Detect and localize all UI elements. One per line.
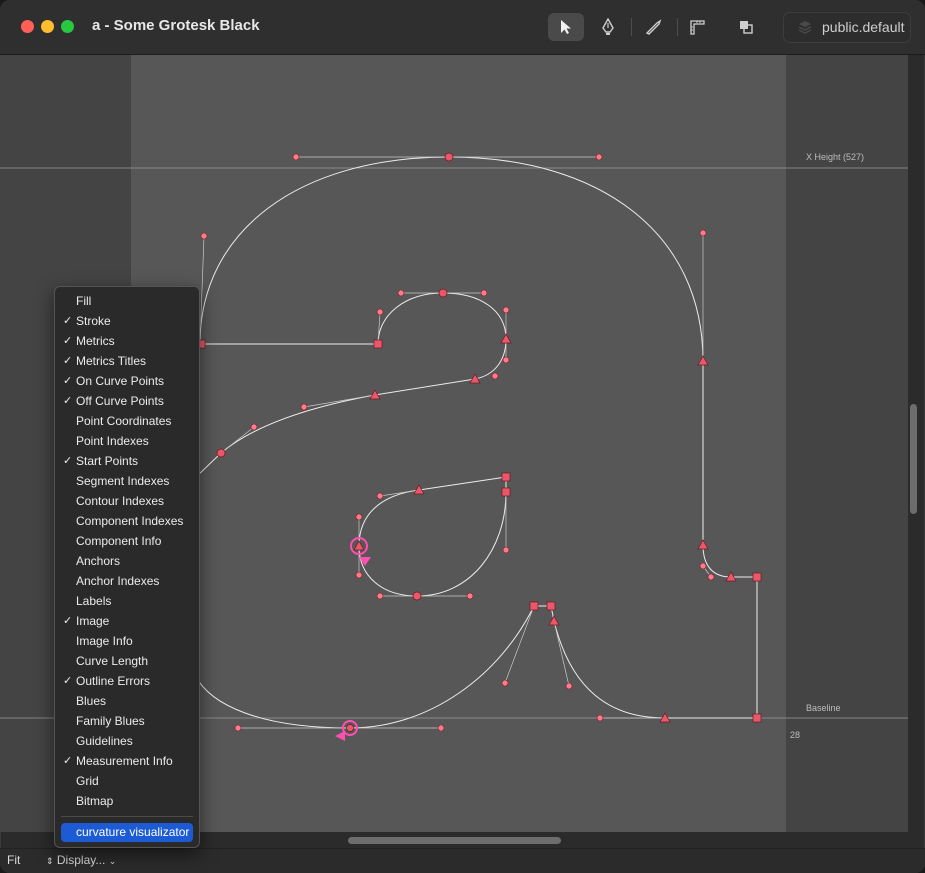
glyph-image-background [131,55,786,832]
check-icon: ✓ [63,395,73,407]
menu-item-off-curve-points[interactable]: ✓ Off Curve Points [61,392,193,411]
menu-item-image-info[interactable]: Image Info [61,632,193,651]
measurement-value: 28 [790,730,800,740]
menu-item-contour-indexes[interactable]: Contour Indexes [61,492,193,511]
check-icon: ✓ [63,455,73,467]
check-icon: ✓ [63,615,73,627]
title-bar: a - Some Grotesk Black public.default [0,0,925,55]
menu-item-curve-length[interactable]: Curve Length [61,652,193,671]
check-icon: ✓ [63,315,73,327]
menu-item-guidelines[interactable]: Guidelines [61,732,193,751]
shapes-tool-button[interactable] [728,13,764,41]
check-icon: ✓ [63,755,73,767]
chevron-down-icon: ⌄ [108,856,117,866]
baseline-label: Baseline [806,703,841,713]
menu-item-measurement-info[interactable]: ✓ Measurement Info [61,752,193,771]
layer-name: public.default [822,19,905,35]
close-window-button[interactable] [21,20,34,33]
menu-item-component-info[interactable]: Component Info [61,532,193,551]
layer-selector[interactable]: public.default [783,12,911,43]
horizontal-scrollbar[interactable] [348,837,561,844]
pen-nib-icon [602,18,614,35]
menu-item-labels[interactable]: Labels [61,592,193,611]
window-title: a - Some Grotesk Black [92,17,260,34]
toolbar-divider [677,18,678,36]
pen-tool-button[interactable] [590,13,626,41]
arrow-pointer-icon [561,20,571,34]
menu-item-fill[interactable]: Fill [61,292,193,311]
vertical-scrollbar[interactable] [910,404,917,514]
menu-item-point-indexes[interactable]: Point Indexes [61,432,193,451]
updown-chevron-icon: ⇕ [46,856,54,866]
menu-divider [61,816,193,817]
menu-item-stroke[interactable]: ✓ Stroke [61,312,193,331]
menu-item-curvature-visualizator[interactable]: curvature visualizator [61,823,193,842]
check-icon: ✓ [63,355,73,367]
menu-item-bitmap[interactable]: Bitmap [61,792,193,811]
ruler-corner-icon [690,20,705,35]
menu-item-point-coordinates[interactable]: Point Coordinates [61,412,193,431]
display-options-menu: Fill ✓ Stroke ✓ Metrics ✓ Metrics Titles ✓ O… [54,286,200,848]
menu-item-blues[interactable]: Blues [61,692,193,711]
x-height-label: X Height (527) [806,152,864,162]
check-icon: ✓ [63,335,73,347]
menu-item-anchors[interactable]: Anchors [61,552,193,571]
zoom-window-button[interactable] [61,20,74,33]
check-icon: ✓ [63,375,73,387]
zoom-fit-control[interactable]: Fit [7,853,20,867]
menu-item-anchor-indexes[interactable]: Anchor Indexes [61,572,193,591]
menu-item-metrics-titles[interactable]: ✓ Metrics Titles [61,352,193,371]
pointer-tool-button[interactable] [548,13,584,41]
display-options-button[interactable]: ⇕ Display... ⌄ [46,853,116,867]
toolbar-divider [631,18,632,36]
overlap-squares-icon [740,21,753,34]
menu-item-outline-errors[interactable]: ✓ Outline Errors [61,672,193,691]
knife-icon [645,19,662,35]
measure-tool-button[interactable] [679,13,715,41]
knife-tool-button[interactable] [636,13,672,41]
status-bar: Fit ⇕ Display... ⌄ [0,848,925,873]
menu-item-on-curve-points[interactable]: ✓ On Curve Points [61,372,193,391]
menu-item-image[interactable]: ✓ Image [61,612,193,631]
check-icon: ✓ [63,675,73,687]
menu-item-family-blues[interactable]: Family Blues [61,712,193,731]
display-options-label: Display... [56,853,106,867]
layers-icon [798,21,812,34]
glyph-editor-window: a - Some Grotesk Black public.default X … [0,0,925,873]
menu-item-component-indexes[interactable]: Component Indexes [61,512,193,531]
menu-item-grid[interactable]: Grid [61,772,193,791]
menu-item-start-points[interactable]: ✓ Start Points [61,452,193,471]
minimize-window-button[interactable] [41,20,54,33]
menu-item-segment-indexes[interactable]: Segment Indexes [61,472,193,491]
menu-item-metrics[interactable]: ✓ Metrics [61,332,193,351]
